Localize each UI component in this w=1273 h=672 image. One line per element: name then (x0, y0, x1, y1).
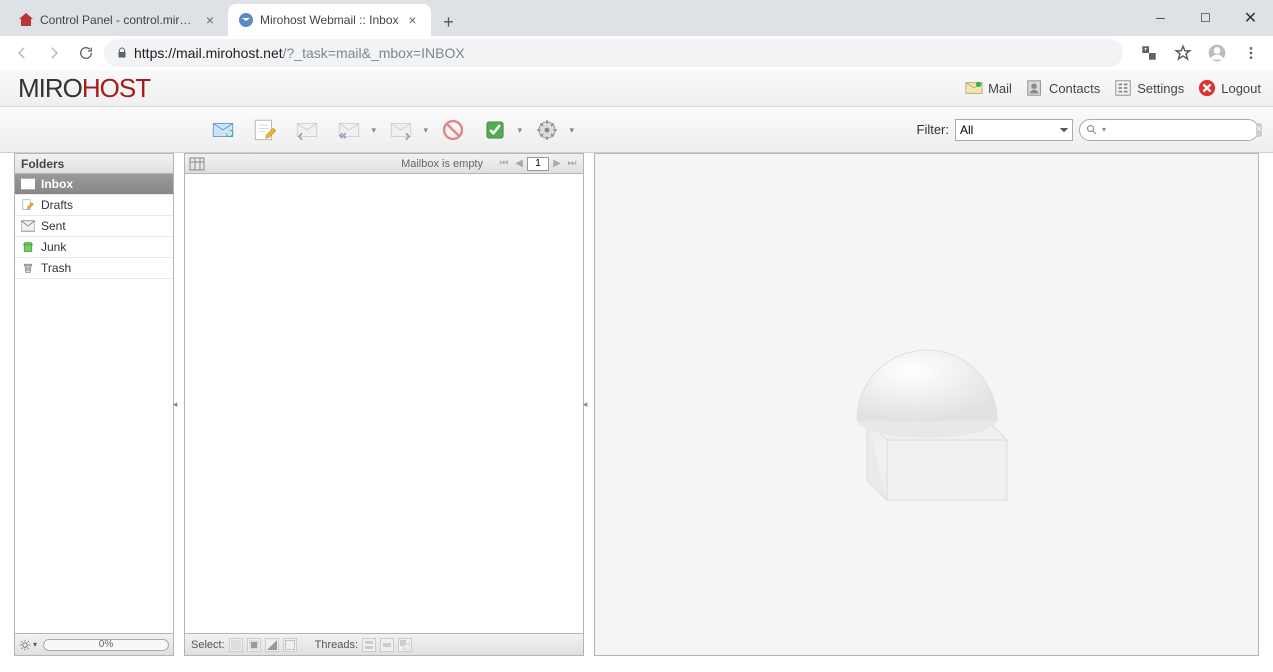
pager: ⏮ ◀ ▶ ⏭ (497, 157, 579, 171)
empty-message: Mailbox is empty (401, 158, 483, 170)
search-icon (1086, 124, 1098, 136)
inbox-icon (21, 178, 35, 190)
message-list[interactable] (185, 174, 583, 633)
filter-label: Filter: (917, 122, 950, 137)
pager-input[interactable] (527, 157, 549, 171)
nav-contacts[interactable]: Contacts (1026, 79, 1100, 97)
search-input[interactable] (1110, 124, 1252, 136)
close-icon[interactable]: × (202, 12, 218, 28)
folder-list: Inbox Drafts Sent Junk Trash (15, 174, 173, 633)
forward-button[interactable] (384, 115, 418, 145)
url-text: https://mail.mirohost.net/?_task=mail&_m… (134, 45, 465, 61)
drafts-icon (21, 199, 35, 211)
threads-label: Threads: (315, 639, 358, 651)
select-label: Select: (191, 639, 225, 651)
reload-button[interactable] (72, 39, 100, 67)
select-page-button[interactable] (247, 638, 261, 652)
folders-sidebar: Folders Inbox Drafts Sent Junk Trash (14, 153, 174, 656)
header-nav: Mail Contacts Settings Logout (965, 70, 1261, 106)
thread-expand-button[interactable] (362, 638, 376, 652)
close-icon[interactable]: × (405, 12, 421, 28)
browser-tab[interactable]: Control Panel - control.mirohost... × (8, 4, 228, 36)
reply-all-button[interactable] (332, 115, 366, 145)
folder-junk[interactable]: Junk (15, 237, 173, 258)
gear-icon (19, 639, 31, 651)
compose-button[interactable] (248, 115, 282, 145)
bookmark-button[interactable] (1169, 39, 1197, 67)
address-bar: https://mail.mirohost.net/?_task=mail&_m… (0, 36, 1273, 70)
tab-title: Control Panel - control.mirohost... (40, 13, 196, 27)
forward-button[interactable] (40, 39, 68, 67)
folder-inbox[interactable]: Inbox (15, 174, 173, 195)
thread-toggle-button[interactable] (398, 638, 412, 652)
chevron-down-icon[interactable]: ▾ (1102, 125, 1106, 134)
nav-settings[interactable]: Settings (1114, 79, 1184, 97)
select-invert-button[interactable] (283, 638, 297, 652)
trash-icon (21, 262, 35, 274)
select-all-button[interactable] (229, 638, 243, 652)
folder-sent[interactable]: Sent (15, 216, 173, 237)
delete-button[interactable] (436, 115, 470, 145)
placeholder-icon (807, 300, 1047, 510)
list-footer: Select: Threads: (185, 633, 583, 655)
splitter-left[interactable]: ◂ (172, 393, 178, 417)
profile-button[interactable] (1203, 39, 1231, 67)
refresh-button[interactable] (206, 115, 240, 145)
translate-button[interactable] (1135, 39, 1163, 67)
filter-select[interactable]: All (955, 119, 1073, 141)
folder-trash[interactable]: Trash (15, 258, 173, 279)
main-area: Folders Inbox Drafts Sent Junk Trash (0, 153, 1273, 656)
reply-button[interactable] (290, 115, 324, 145)
logout-icon (1198, 79, 1216, 97)
browser-tab-bar: Control Panel - control.mirohost... × Mi… (0, 0, 1273, 36)
pager-first-button[interactable]: ⏮ (497, 157, 511, 171)
pager-next-button[interactable]: ▶ (550, 157, 564, 171)
nav-logout[interactable]: Logout (1198, 79, 1261, 97)
url-field[interactable]: https://mail.mirohost.net/?_task=mail&_m… (104, 39, 1123, 67)
sidebar-footer: 0% (15, 633, 173, 655)
folder-actions-button[interactable] (19, 637, 37, 653)
search-box[interactable]: ▾ × (1079, 119, 1259, 141)
mail-toolbar: Filter: All ▾ × (0, 107, 1273, 153)
quota-indicator: 0% (43, 639, 169, 651)
minimize-button[interactable]: ─ (1138, 3, 1183, 33)
window-controls: ─ ☐ ✕ (1138, 0, 1273, 36)
columns-icon[interactable] (189, 157, 205, 171)
clear-search-button[interactable]: × (1256, 123, 1262, 137)
mail-icon (238, 12, 254, 28)
list-header: Mailbox is empty ⏮ ◀ ▶ ⏭ (185, 154, 583, 174)
message-list-panel: Mailbox is empty ⏮ ◀ ▶ ⏭ Select: Threads… (184, 153, 584, 656)
more-actions-button[interactable] (530, 115, 564, 145)
lock-icon (116, 47, 128, 59)
contacts-icon (1026, 79, 1044, 97)
select-unread-button[interactable] (265, 638, 279, 652)
junk-icon (21, 241, 35, 253)
folders-header: Folders (15, 154, 173, 174)
back-button[interactable] (8, 39, 36, 67)
browser-chrome: Control Panel - control.mirohost... × Mi… (0, 0, 1273, 70)
thread-collapse-button[interactable] (380, 638, 394, 652)
tab-title: Mirohost Webmail :: Inbox (260, 13, 399, 27)
nav-mail[interactable]: Mail (965, 79, 1012, 97)
new-tab-button[interactable]: + (435, 8, 463, 36)
browser-tab[interactable]: Mirohost Webmail :: Inbox × (228, 4, 431, 36)
close-window-button[interactable]: ✕ (1228, 3, 1273, 33)
pager-prev-button[interactable]: ◀ (512, 157, 526, 171)
logo: MIROHOST (18, 73, 150, 104)
splitter-right[interactable]: ◂ (582, 393, 588, 417)
preview-pane (594, 153, 1259, 656)
folder-drafts[interactable]: Drafts (15, 195, 173, 216)
mail-icon (965, 79, 983, 97)
menu-button[interactable] (1237, 39, 1265, 67)
maximize-button[interactable]: ☐ (1183, 3, 1228, 33)
home-icon (18, 12, 34, 28)
pager-last-button[interactable]: ⏭ (565, 157, 579, 171)
settings-icon (1114, 79, 1132, 97)
app-header: MIROHOST Mail Contacts Settings Logout (0, 70, 1273, 107)
sent-icon (21, 220, 35, 232)
mark-button[interactable] (478, 115, 512, 145)
